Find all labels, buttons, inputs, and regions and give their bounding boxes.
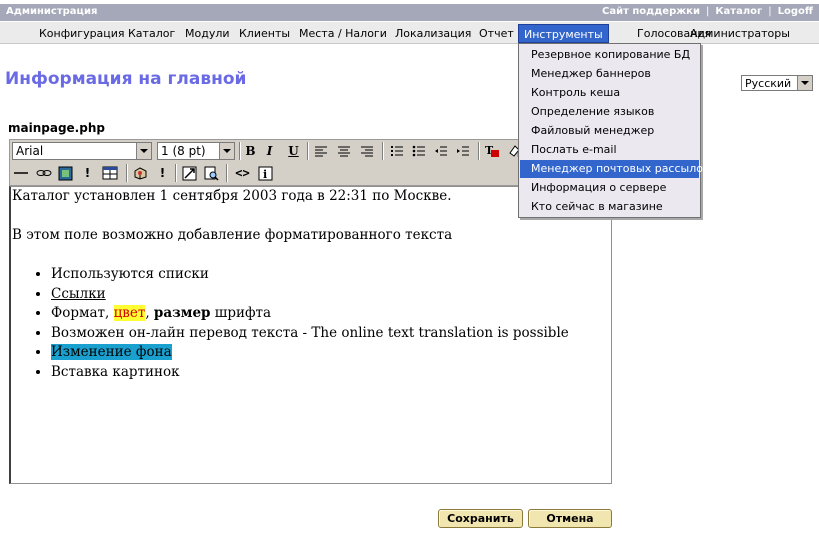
font-size-select[interactable]: 1 (8 pt) [157, 142, 235, 160]
file-label: mainpage.php [8, 121, 105, 135]
support-site-link[interactable]: Сайт поддержки [602, 6, 700, 17]
list-item: Ссылки [51, 285, 611, 305]
page-title: Информация на главной [5, 69, 247, 89]
list-item: Вставка картинок [51, 363, 611, 383]
color-sample: цвет [113, 305, 146, 321]
underline-icon[interactable]: U [284, 142, 303, 160]
indent-icon[interactable] [454, 142, 473, 160]
menu-item-send-email[interactable]: Послать e-mail [520, 141, 699, 159]
list-item: Изменение фона [51, 343, 611, 363]
editor-list: Используются списки Ссылки Формат, цвет,… [11, 265, 611, 382]
menu-catalog[interactable]: Каталог [123, 24, 180, 43]
chevron-down-icon[interactable] [219, 143, 234, 159]
separator: | [768, 6, 772, 17]
menu-item-file-manager[interactable]: Файловый менеджер [520, 122, 699, 140]
font-family-select[interactable]: Arial [12, 142, 152, 160]
header-links: Сайт поддержки | Каталог | Logoff [602, 6, 813, 17]
toolbar-divider [307, 142, 309, 160]
list-item: Возможен он-лайн перевод текста - The on… [51, 324, 611, 344]
align-left-icon[interactable] [312, 142, 331, 160]
menu-configuration[interactable]: Конфигурация [34, 24, 130, 43]
toolbar-divider [382, 142, 384, 160]
menu-locations-taxes[interactable]: Места / Налоги [294, 24, 392, 43]
outdent-icon[interactable] [432, 142, 451, 160]
size-sample: размер [153, 305, 211, 321]
chevron-down-icon[interactable] [797, 76, 812, 90]
editor-line: В этом поле возможно добавление форматир… [12, 227, 453, 243]
list-item: Используются списки [51, 265, 611, 285]
horizontal-rule-icon[interactable] [12, 164, 31, 182]
special-char-icon[interactable]: ! [78, 164, 97, 182]
admin-title: Администрация [6, 6, 98, 17]
unordered-list-icon[interactable] [410, 142, 429, 160]
tools-dropdown-menu: Резервное копирование БД Менеджер баннер… [518, 43, 710, 218]
logoff-link[interactable]: Logoff [778, 6, 813, 17]
menu-item-db-backup[interactable]: Резервное копирование БД [520, 46, 699, 64]
bold-icon[interactable]: B [241, 142, 260, 160]
language-select[interactable]: Русский [741, 75, 813, 91]
save-button[interactable]: Сохранить [438, 509, 523, 528]
toolbar-divider [226, 164, 228, 182]
sample-link[interactable]: Ссылки [51, 286, 106, 302]
menu-modules[interactable]: Модули [180, 24, 235, 43]
menu-item-newsletter-manager[interactable]: Менеджер почтовых рассылок [520, 160, 710, 178]
chevron-down-icon[interactable] [136, 143, 151, 159]
image-icon[interactable] [56, 164, 75, 182]
toolbar-divider [126, 164, 128, 182]
background-sample: Изменение фона [51, 344, 172, 360]
link-icon[interactable] [34, 164, 53, 182]
font-text: шрифта [210, 305, 272, 321]
table-icon[interactable] [100, 164, 119, 182]
menu-item-define-languages[interactable]: Определение языков [520, 103, 699, 121]
fullscreen-icon[interactable] [180, 164, 199, 182]
info-icon[interactable]: i [256, 164, 275, 182]
menu-item-cache-control[interactable]: Контроль кеша [520, 84, 699, 102]
menu-item-whos-online[interactable]: Кто сейчас в магазине [520, 198, 699, 216]
anchor-icon[interactable]: ! [153, 164, 172, 182]
menu-customers[interactable]: Клиенты [234, 24, 295, 43]
font-size-value: 1 (8 pt) [161, 144, 206, 158]
menu-reports[interactable]: Отчет [474, 24, 519, 43]
cancel-button[interactable]: Отмена [528, 509, 612, 528]
language-value: Русский [745, 77, 792, 90]
menu-item-server-info[interactable]: Информация о сервере [520, 179, 699, 197]
toolbar-divider [175, 164, 177, 182]
menu-tools[interactable]: Инструменты [518, 24, 609, 43]
source-code-icon[interactable]: <> [233, 164, 252, 182]
italic-icon[interactable]: I [260, 142, 279, 160]
editor-blank-line [11, 246, 611, 266]
rich-text-editor[interactable]: Каталог установлен 1 сентября 2003 года … [9, 186, 612, 484]
form-icon[interactable] [131, 164, 150, 182]
admin-header: Администрация Сайт поддержки | Каталог | Log… [0, 4, 819, 21]
toolbar-divider [478, 142, 480, 160]
font-family-value: Arial [16, 144, 44, 158]
text-color-icon[interactable]: T [483, 142, 502, 160]
comma-text: , [145, 305, 154, 321]
catalog-link[interactable]: Каталог [715, 6, 762, 17]
menu-item-banner-manager[interactable]: Менеджер баннеров [520, 65, 699, 83]
format-text: Формат, [51, 305, 114, 321]
menu-localization[interactable]: Локализация [390, 24, 476, 43]
align-right-icon[interactable] [358, 142, 377, 160]
main-menu: Конфигурация Каталог Модули Клиенты Мест… [0, 22, 819, 44]
separator: | [705, 6, 710, 17]
align-center-icon[interactable] [335, 142, 354, 160]
preview-icon[interactable] [202, 164, 221, 182]
list-item: Формат, цвет, размер шрифта [51, 304, 611, 324]
svg-text:i: i [263, 168, 267, 181]
menu-administrators[interactable]: Администраторы [685, 24, 795, 43]
ordered-list-icon[interactable] [388, 142, 407, 160]
